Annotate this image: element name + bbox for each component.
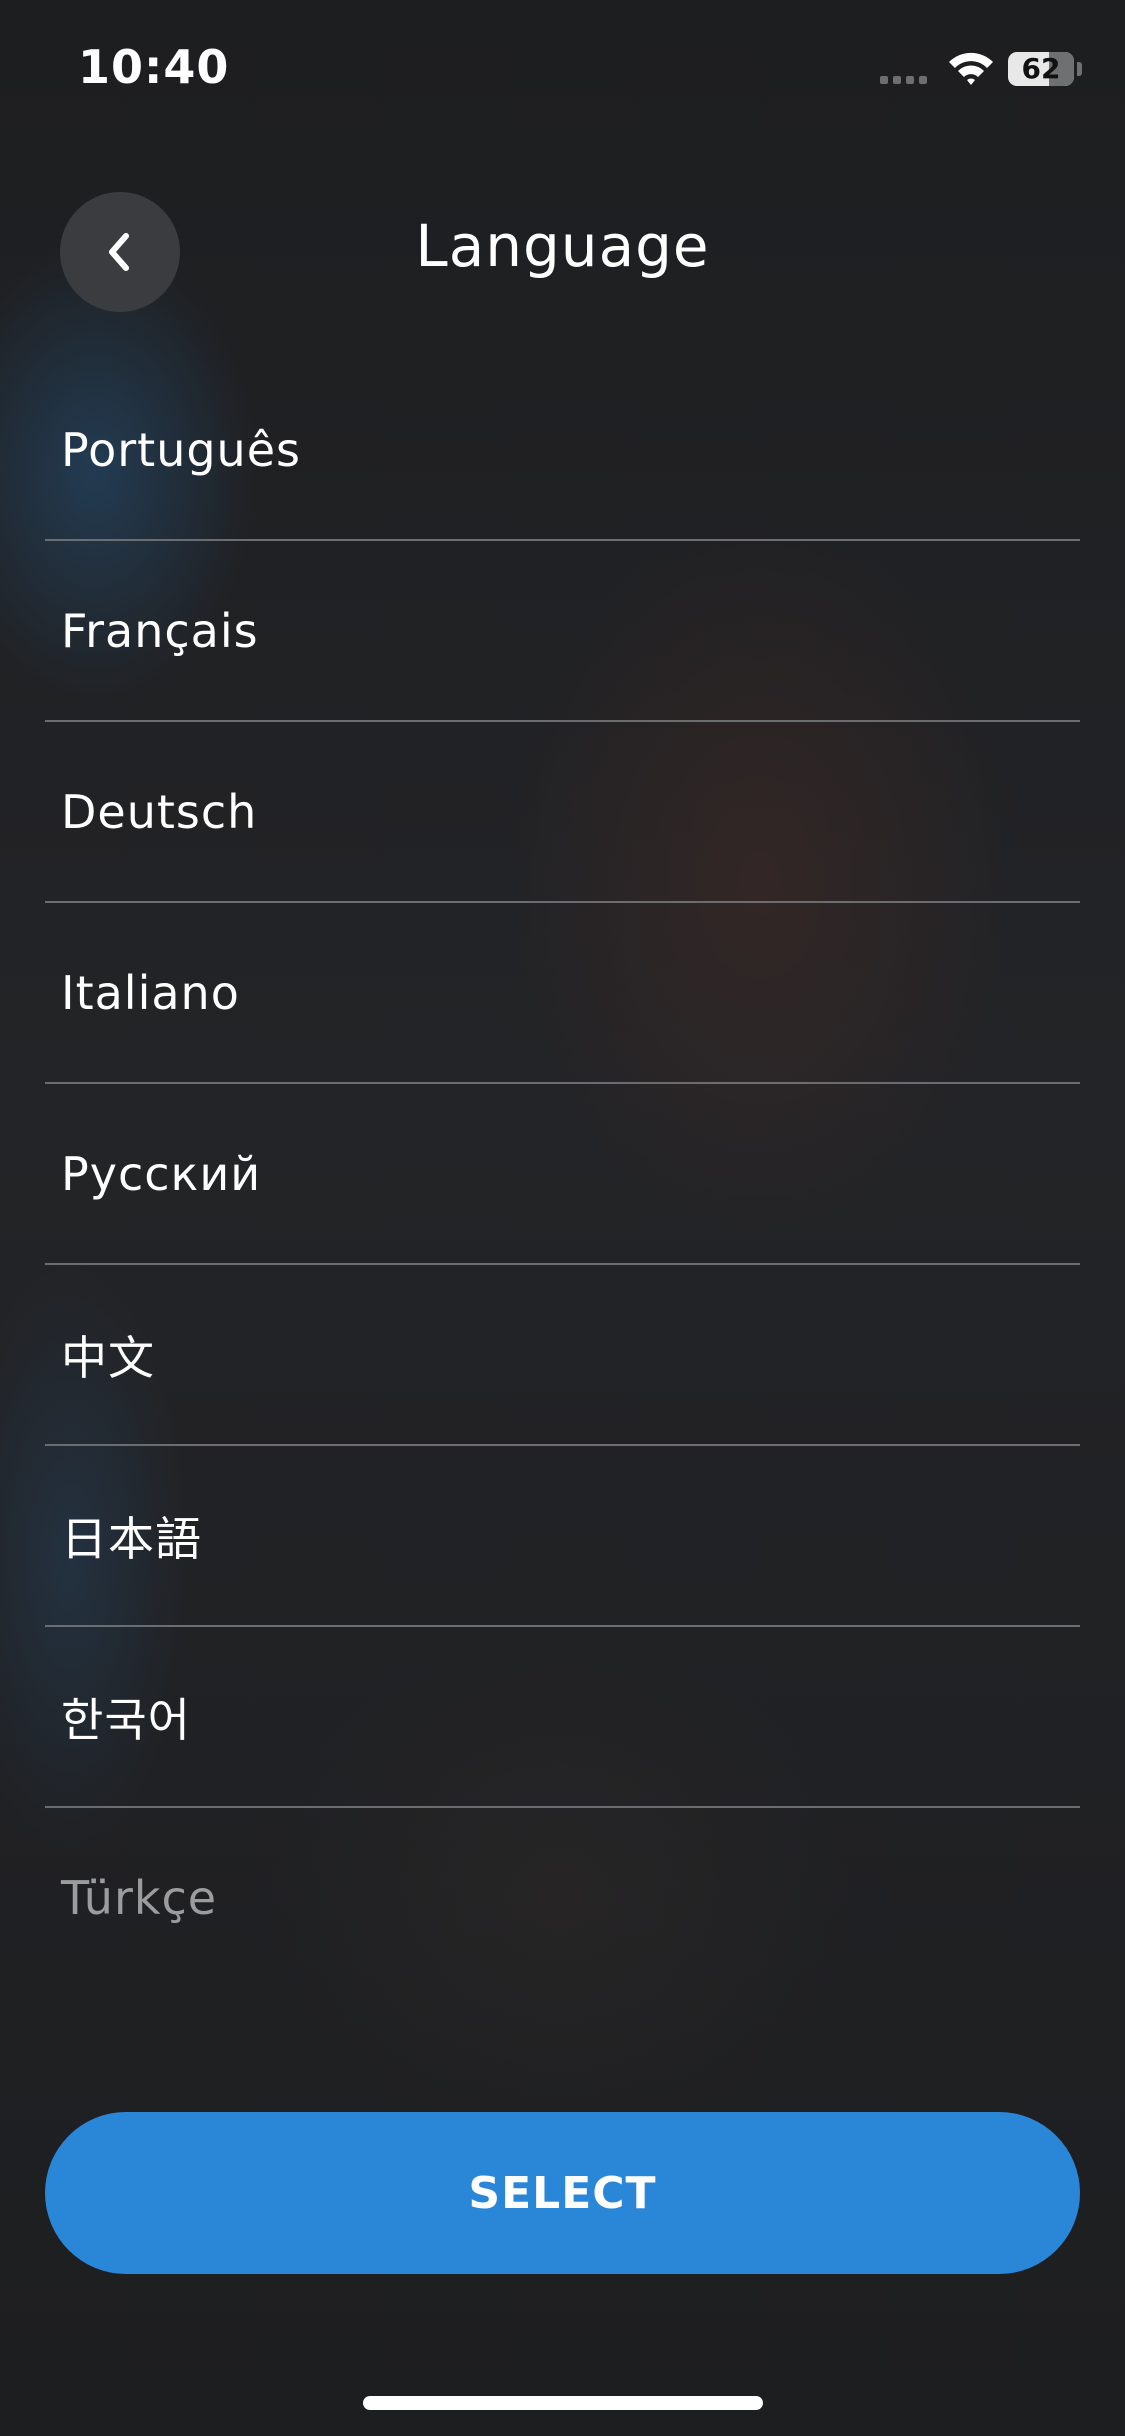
language-list: Português Français Deutsch Italiano Русс… <box>45 360 1080 1987</box>
language-item-portuguese[interactable]: Português <box>45 360 1080 541</box>
battery-tip <box>1077 62 1082 76</box>
language-label: Português <box>61 422 301 477</box>
language-screen: 10:40 62 Language Português Français Deu… <box>0 0 1125 2436</box>
battery-level: 62 <box>1021 52 1061 85</box>
language-item-chinese[interactable]: 中文 <box>45 1265 1080 1446</box>
status-time: 10:40 <box>78 40 230 94</box>
language-label: Русский <box>61 1146 262 1201</box>
language-item-turkish[interactable]: Türkçe <box>45 1808 1080 1987</box>
wifi-icon <box>949 52 993 85</box>
select-button-label: SELECT <box>468 2167 657 2219</box>
select-button[interactable]: SELECT <box>45 2112 1080 2274</box>
language-label: Deutsch <box>61 784 258 839</box>
language-label: 日本語 <box>61 1511 202 1566</box>
language-item-japanese[interactable]: 日本語 <box>45 1446 1080 1627</box>
language-label: Français <box>61 603 259 658</box>
language-item-korean[interactable]: 한국어 <box>45 1627 1080 1808</box>
cellular-signal-icon <box>880 76 927 84</box>
language-label: Türkçe <box>61 1870 218 1925</box>
home-indicator[interactable] <box>363 2396 763 2410</box>
battery-icon: 62 <box>1008 52 1074 86</box>
language-item-russian[interactable]: Русский <box>45 1084 1080 1265</box>
language-label: 한국어 <box>61 1692 191 1747</box>
language-item-italian[interactable]: Italiano <box>45 903 1080 1084</box>
language-label: Italiano <box>61 965 240 1020</box>
language-label: 中文 <box>61 1330 155 1385</box>
language-item-french[interactable]: Français <box>45 541 1080 722</box>
page-title: Language <box>415 212 710 280</box>
language-item-german[interactable]: Deutsch <box>45 722 1080 903</box>
